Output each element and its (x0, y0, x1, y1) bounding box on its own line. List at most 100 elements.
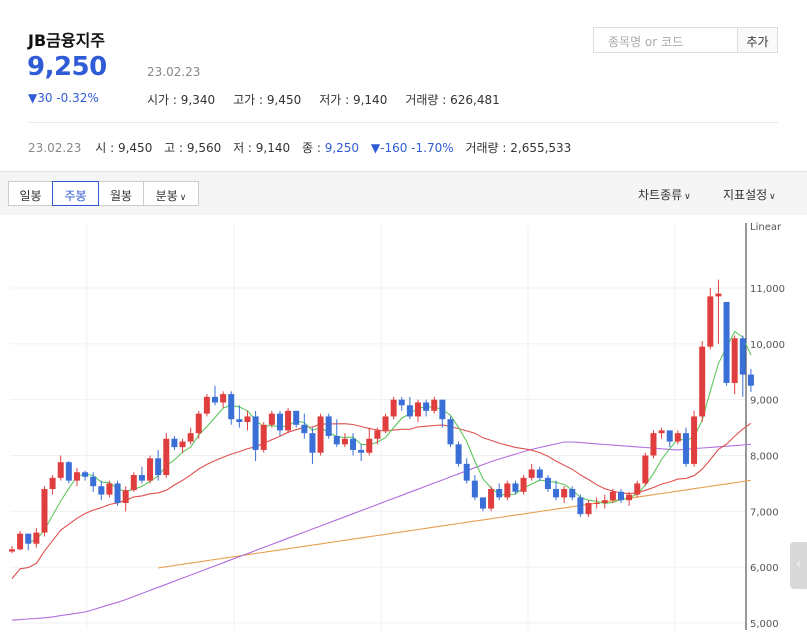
candle-body (33, 532, 40, 544)
candle-body (57, 462, 64, 478)
candle-summary: 23.02.23 시 : 9,450 고 : 9,560 저 : 9,140 종… (28, 139, 571, 156)
candle-body (463, 463, 470, 481)
candle-body (285, 410, 292, 431)
current-price: 9,250 (27, 52, 107, 82)
candle-body (512, 483, 519, 492)
candle-body (626, 494, 633, 501)
candle-body (228, 394, 235, 420)
divider (28, 122, 778, 123)
summary-open: 시 : 9,450 (95, 141, 153, 155)
candle-body (423, 402, 430, 411)
candle-body (41, 489, 48, 533)
candle-body (122, 490, 129, 503)
candle-body (536, 469, 543, 478)
candle-body (415, 402, 421, 417)
candle-body (98, 486, 105, 495)
candle-body (366, 438, 373, 453)
stock-name: JB금융지주 (28, 31, 106, 50)
chevron-down-icon: ∨ (179, 193, 187, 203)
y-tick-label: 5,000 (750, 619, 779, 630)
candle-body (747, 374, 754, 386)
candle-body (528, 469, 535, 478)
candle-body (382, 416, 389, 431)
chart-type-dropdown[interactable]: 차트종류 ∨ (638, 186, 691, 203)
candlestick-chart[interactable]: 5,000 6,000 7,000 8,000 9,000 10,000 11,000 Lin… (0, 215, 807, 630)
chart-area[interactable]: 5,000 6,000 7,000 8,000 9,000 10,000 11,000 Lin… (0, 215, 807, 630)
candle-body (268, 413, 275, 425)
candle-body (601, 500, 608, 503)
summary-close-label: 종 : (301, 141, 325, 155)
candle-body (309, 433, 316, 453)
candle-body (203, 396, 210, 414)
candle-body (187, 433, 194, 442)
candle-body (544, 477, 551, 490)
candle-body (496, 489, 503, 498)
candle-body (147, 458, 154, 481)
quote-stats: 시가 : 9,340 고가 : 9,450 저가 : 9,140 거래량 : 6… (147, 91, 518, 108)
open-price: 시가 : 9,340 (147, 93, 216, 107)
candle-body (593, 502, 600, 504)
summary-date: 23.02.23 (28, 141, 82, 155)
candle-body (585, 502, 592, 515)
candle-body (73, 472, 80, 481)
candle-body (471, 480, 478, 498)
candle-body (691, 416, 698, 464)
chevron-down-icon: ∨ (769, 192, 776, 202)
candle-body (642, 455, 649, 484)
y-tick-label: 11,000 (750, 284, 785, 295)
candle-body (25, 533, 32, 544)
candle-body (114, 483, 121, 503)
candle-body (504, 483, 511, 498)
tab-weekly[interactable]: 주봉 (52, 181, 99, 206)
candle-body (520, 477, 527, 492)
add-button[interactable]: 추가 (737, 27, 778, 53)
volume: 거래량 : 626,481 (405, 93, 500, 107)
low-price: 저가 : 9,140 (319, 93, 388, 107)
high-price: 고가 : 9,450 (233, 93, 302, 107)
search-input[interactable]: 종목명 or 코드 (593, 27, 738, 53)
tab-monthly[interactable]: 월봉 (98, 181, 144, 206)
candle-body (212, 396, 218, 403)
candle-body (82, 472, 89, 477)
stock-header: JB금융지주 9,250 23.02.23 ▼30 -0.32% 시가 : 9,… (0, 0, 807, 172)
candle-body (390, 399, 397, 417)
candle-body (301, 424, 308, 434)
candle-body (374, 430, 381, 439)
ma120-line (158, 479, 751, 569)
candle-body (130, 475, 137, 491)
candle-body (447, 419, 454, 445)
candle-body (179, 441, 186, 448)
candle-body (431, 399, 438, 411)
side-panel-toggle[interactable]: ‹ (790, 542, 807, 589)
candle-body (609, 491, 616, 501)
y-tick-label: 8,000 (750, 452, 779, 463)
chevron-left-icon: ‹ (796, 557, 801, 571)
tab-minute-label: 분봉 (155, 189, 178, 203)
candle-body (236, 419, 243, 423)
candle-body (358, 449, 365, 453)
candle-body (650, 433, 657, 456)
candle-body (293, 410, 300, 425)
indicator-dropdown[interactable]: 지표설정 ∨ (723, 186, 776, 203)
chart-type-label: 차트종류 (638, 188, 683, 202)
y-tick-label: 10,000 (750, 340, 785, 351)
summary-change: ▼-160 -1.70% (370, 141, 454, 155)
candle-body (406, 405, 413, 417)
tab-daily[interactable]: 일봉 (8, 181, 53, 206)
candle-body (682, 433, 689, 464)
candle-body (479, 497, 486, 509)
y-tick-label: 9,000 (750, 396, 779, 407)
tab-minute[interactable]: 분봉 ∨ (143, 181, 199, 206)
candle-body (276, 413, 283, 431)
candle-body (9, 549, 15, 552)
candle-body (739, 338, 746, 375)
candle-body (17, 533, 24, 550)
candle-body (577, 497, 584, 515)
candle-body (707, 296, 714, 347)
candle-body (723, 301, 730, 383)
summary-low: 저 : 9,140 (233, 141, 291, 155)
candle-body (666, 430, 673, 442)
candle-body (317, 416, 324, 453)
scale-label: Linear (750, 222, 782, 233)
candle-body (325, 416, 332, 436)
